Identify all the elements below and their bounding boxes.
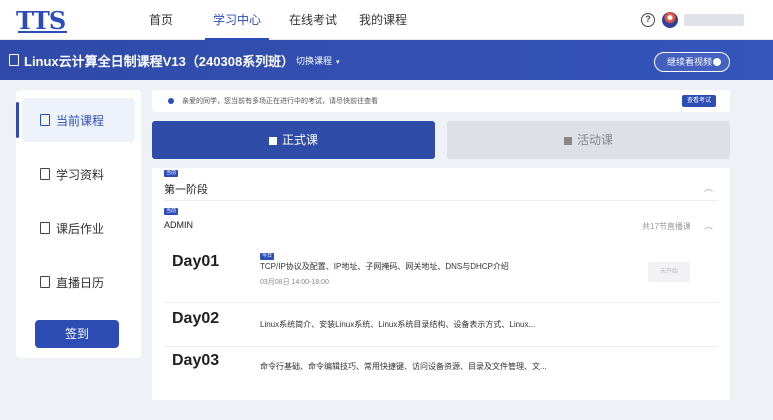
top-nav: TTS 首页 学习中心 在线考试 我的课程 ? [0,0,773,40]
course-icon [268,137,277,145]
sidebar-item-homework[interactable]: 课后作业 [22,206,135,250]
chevron-up-icon[interactable]: ︿ [704,219,713,232]
nav-learning-center[interactable]: 学习中心 [204,0,270,40]
tab-formal-course[interactable]: 正式课 [152,121,435,159]
continue-watching-button[interactable]: 继续看视频 [654,52,730,72]
sidebar-item-label: 课后作业 [56,222,105,236]
sidebar-item-label: 当前课程 [56,114,105,128]
edit-icon [40,222,50,234]
nav-home[interactable]: 首页 [149,0,173,40]
sidebar: 当前课程 学习资料 课后作业 直播日历 签到 [16,90,141,358]
sidebar-item-current-course[interactable]: 当前课程 [16,98,135,142]
lesson-topic: 命令行基础、命令编辑技巧、常用快捷键、访问设备资源、目录及文件管理、文... [260,362,547,371]
sidebar-item-study-materials[interactable]: 学习资料 [22,152,135,196]
lesson-time: 03月08日 14:00-18:00 [260,279,329,286]
nav-online-exam[interactable]: 在线考试 [289,0,337,40]
course-title: Linux云计算全日制课程V13（240308系列班） [24,54,295,69]
main-content: 亲爱的同学，您当前有多场正在进行中的考试，请尽快前往查看 查看考试 正式课 活动… [152,90,730,400]
caret-down-icon: ▾ [336,59,340,66]
notice-dot-icon [168,98,174,104]
continue-watching-label: 继续看视频 [667,57,713,67]
day-row[interactable]: Day02 Linux系统简介、安装Linux系统、Linux系统目录结构、设备… [152,302,730,346]
username-placeholder[interactable] [684,14,744,26]
module-title[interactable]: ADMIN [164,220,193,230]
sign-in-button[interactable]: 签到 [35,320,119,348]
sidebar-item-live-calendar[interactable]: 直播日历 [22,260,135,304]
switch-course-label: 切换课程 [296,56,333,66]
schedule-panel: 当前 第一阶段 ︿ 当前 ADMIN 共17节直播课 ︿ Day01 今日 TC… [152,168,730,400]
switch-course-dropdown[interactable]: 切换课程 ▾ [296,54,340,67]
today-tag: 今日 [260,253,274,260]
divider [164,200,718,201]
sidebar-item-label: 直播日历 [56,276,105,290]
help-icon[interactable]: ? [641,13,655,27]
nav-my-courses[interactable]: 我的课程 [359,0,407,40]
view-exam-button[interactable]: 查看考试 [681,95,716,107]
logo[interactable]: TTS [16,6,68,35]
sidebar-item-label: 学习资料 [56,168,105,182]
day-label: Day03 [172,352,220,369]
exam-notice: 亲爱的同学，您当前有多场正在进行中的考试，请尽快前往查看 查看考试 [152,90,730,112]
book-icon [9,54,19,66]
notice-text: 亲爱的同学，您当前有多场正在进行中的考试，请尽快前往查看 [182,98,378,105]
avatar[interactable] [662,12,678,28]
day-label: Day02 [172,310,220,327]
chevron-up-icon[interactable]: ︿ [704,181,713,194]
stage-current-tag: 当前 [164,170,178,177]
day-row[interactable]: Day03 命令行基础、命令编辑技巧、常用快捷键、访问设备资源、目录及文件管理、… [152,346,730,390]
activity-icon [563,137,572,145]
book-icon [40,114,50,126]
lesson-topic: Linux系统简介、安装Linux系统、Linux系统目录结构、设备表示方式、L… [260,320,536,329]
lesson-status-badge: 未开始 [648,262,690,282]
tab-activity-label: 活动课 [576,133,613,147]
tab-formal-label: 正式课 [281,133,318,147]
tab-activity-course[interactable]: 活动课 [447,121,730,159]
document-icon [40,168,50,180]
calendar-icon [40,276,50,288]
stage-title[interactable]: 第一阶段 [164,181,208,197]
module-current-tag: 当前 [164,208,178,215]
day-row[interactable]: Day01 今日 TCP/IP协议及配置、IP地址、子网掩码、网关地址、DNS与… [152,240,730,302]
lesson-topic: TCP/IP协议及配置、IP地址、子网掩码、网关地址、DNS与DHCP介绍 [260,262,509,271]
play-icon [713,58,721,66]
lesson-count: 共17节直播课 [642,222,691,231]
day-label: Day01 [172,253,220,270]
